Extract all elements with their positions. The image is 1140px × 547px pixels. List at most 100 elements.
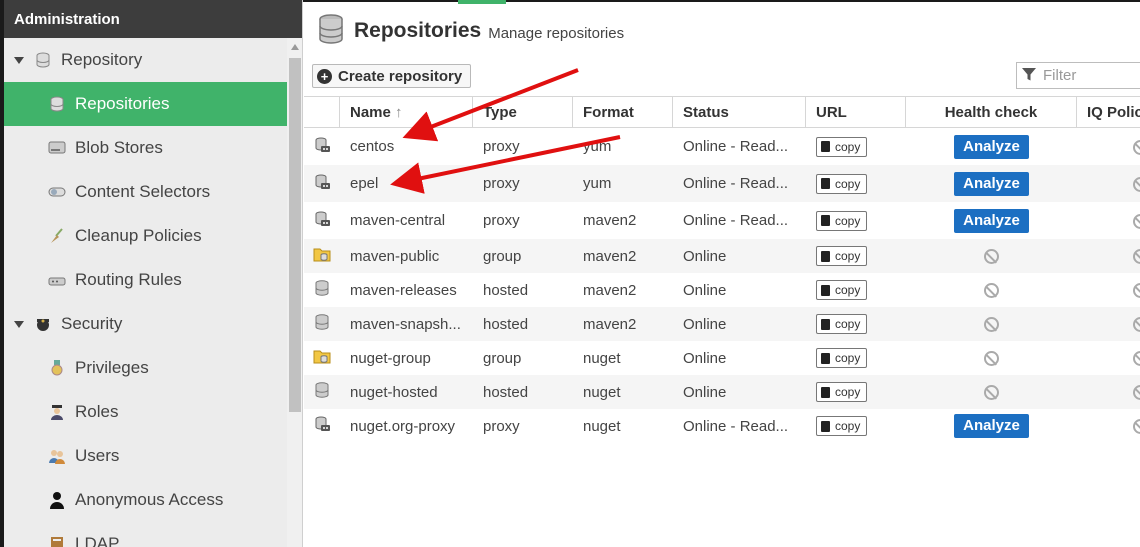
sidebar-item-ldap[interactable]: LDAP — [4, 522, 287, 547]
admin-panel-title: Administration — [4, 0, 302, 38]
copy-label: copy — [835, 139, 861, 154]
table-row[interactable]: maven-releases hosted maven2 Online copy — [304, 273, 1140, 307]
police-badge-icon — [34, 315, 52, 333]
sidebar-item-repositories[interactable]: Repositories — [4, 82, 287, 126]
proxy-repo-icon — [304, 211, 340, 231]
health-check-disabled-icon — [984, 283, 999, 299]
cell-health-check — [906, 316, 1077, 333]
sidebar-item-routing-rules[interactable]: Routing Rules — [4, 258, 287, 302]
page-title: Repositories — [354, 19, 482, 42]
col-header-name[interactable]: Name ↑ — [340, 97, 473, 128]
filter-input[interactable]: Filter — [1016, 62, 1140, 89]
sidebar-item-repository[interactable]: Repository — [4, 38, 287, 82]
cell-status: Online — [683, 383, 727, 401]
cell-format: maven2 — [583, 281, 637, 299]
proxy-repo-icon — [304, 416, 340, 436]
col-header-format[interactable]: Format — [573, 97, 673, 128]
copy-url-button[interactable]: copy — [816, 173, 868, 194]
sidebar-item-label: Repository — [61, 50, 143, 69]
table-row[interactable]: centos proxy yum Online - Read... copy Analyz… — [304, 128, 1140, 165]
copy-label: copy — [835, 249, 861, 263]
copy-url-button[interactable]: copy — [816, 382, 868, 402]
copy-url-button[interactable]: copy — [816, 246, 868, 266]
proxy-repo-icon — [304, 174, 340, 194]
admin-nav: Repository Repositories Blob Stores Content… — [4, 38, 287, 547]
sidebar-item-label: Users — [75, 446, 120, 465]
sidebar-item-label: Security — [61, 314, 123, 333]
cell-format: yum — [583, 175, 612, 192]
cell-url: copy — [806, 314, 906, 334]
table-row[interactable]: nuget-group group nuget Online copy — [304, 341, 1140, 375]
cell-health-check — [906, 248, 1077, 265]
broom-icon — [48, 227, 66, 245]
sidebar-item-users[interactable]: Users — [4, 434, 287, 478]
sidebar-item-label: Blob Stores — [75, 138, 163, 157]
caret-down-icon[interactable] — [14, 56, 24, 64]
table-row[interactable]: maven-central proxy maven2 Online - Read...… — [304, 202, 1140, 239]
cell-status: Online - Read... — [683, 175, 789, 192]
table-body: centos proxy yum Online - Read... copy Analyz… — [304, 128, 1140, 443]
sidebar-item-security[interactable]: Security — [4, 302, 287, 346]
cell-health-check: Analyze — [906, 208, 1077, 233]
copy-label: copy — [835, 176, 861, 191]
analyze-button[interactable]: Analyze — [954, 171, 1029, 196]
iq-policy-disabled-icon — [1133, 176, 1140, 192]
copy-url-button[interactable]: copy — [816, 280, 868, 300]
caret-down-icon[interactable] — [14, 320, 24, 328]
cell-url: copy — [806, 280, 906, 300]
table-row[interactable]: nuget.org-proxy proxy nuget Online - Read..… — [304, 409, 1140, 443]
cell-name: centos — [350, 138, 395, 155]
scroll-up-arrow-icon[interactable] — [291, 44, 299, 50]
admin-panel: Administration Repository Repositories Blo… — [4, 0, 303, 547]
analyze-button[interactable]: Analyze — [954, 134, 1029, 159]
scroll-thumb[interactable] — [289, 58, 301, 412]
nav-scrollbar[interactable] — [287, 38, 302, 547]
iq-policy-disabled-icon — [1133, 419, 1140, 435]
table-row[interactable]: maven-public group maven2 Online copy — [304, 239, 1140, 273]
copy-url-button[interactable]: copy — [816, 210, 868, 231]
cell-url: copy — [806, 348, 906, 368]
cell-format: nuget — [583, 383, 621, 401]
col-header-type[interactable]: Type — [473, 97, 573, 128]
book-icon — [48, 535, 66, 547]
copy-label: copy — [835, 385, 861, 399]
cell-url: copy — [806, 173, 906, 194]
medal-icon — [48, 359, 66, 377]
clipboard-icon — [821, 178, 830, 189]
table-row[interactable]: epel proxy yum Online - Read... copy Analyze — [304, 165, 1140, 202]
iq-policy-disabled-icon — [1133, 139, 1140, 155]
sidebar-item-cleanup-policies[interactable]: Cleanup Policies — [4, 214, 287, 258]
sidebar-item-privileges[interactable]: Privileges — [4, 346, 287, 390]
col-header-status[interactable]: Status — [673, 97, 806, 128]
cell-name: nuget-hosted — [350, 383, 438, 401]
table-row[interactable]: nuget-hosted hosted nuget Online copy — [304, 375, 1140, 409]
copy-label: copy — [835, 419, 861, 433]
col-header-iq-policy[interactable]: IQ Policy — [1077, 97, 1140, 128]
hosted-repo-icon — [304, 314, 340, 334]
plus-circle-icon: + — [317, 68, 332, 84]
sidebar-item-label: Anonymous Access — [75, 490, 224, 509]
col-header-url[interactable]: URL — [806, 97, 906, 128]
copy-url-button[interactable]: copy — [816, 416, 868, 436]
table-row[interactable]: maven-snapsh... hosted maven2 Online copy — [304, 307, 1140, 341]
copy-label: copy — [835, 283, 861, 297]
cell-name: maven-public — [350, 247, 440, 265]
analyze-button[interactable]: Analyze — [954, 414, 1029, 438]
col-header-health-check[interactable]: Health check — [906, 97, 1077, 128]
copy-url-button[interactable]: copy — [816, 348, 868, 368]
cell-format: maven2 — [583, 247, 637, 265]
cell-status: Online — [683, 247, 727, 265]
cell-status: Online — [683, 349, 727, 367]
sidebar-item-content-selectors[interactable]: Content Selectors — [4, 170, 287, 214]
sidebar-item-anonymous-access[interactable]: Anonymous Access — [4, 478, 287, 522]
sidebar-item-roles[interactable]: Roles — [4, 390, 287, 434]
analyze-button[interactable]: Analyze — [954, 208, 1029, 233]
sidebar-item-label: Privileges — [75, 358, 149, 377]
create-repository-button[interactable]: + Create repository — [312, 64, 472, 88]
funnel-icon — [1021, 66, 1037, 86]
sidebar-item-label: Roles — [75, 402, 119, 421]
sidebar-item-blob-stores[interactable]: Blob Stores — [4, 126, 287, 170]
copy-url-button[interactable]: copy — [816, 314, 868, 334]
iq-policy-disabled-icon — [1133, 283, 1140, 299]
copy-url-button[interactable]: copy — [816, 136, 868, 157]
